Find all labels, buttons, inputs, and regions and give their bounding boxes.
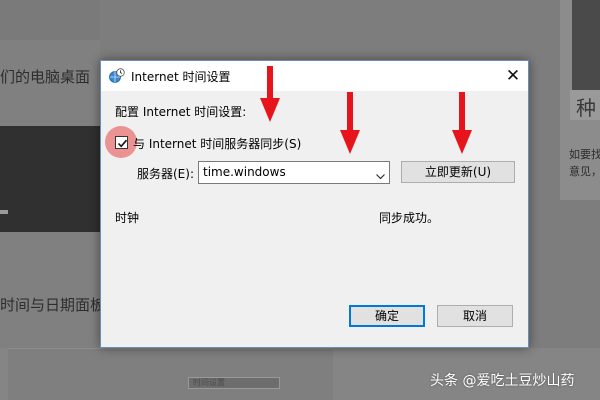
background-image-block [0,126,100,232]
background-text-bottom: 时间与日期面板 [0,296,106,314]
background-bottom-inner: 时间设置 [8,348,333,400]
checkmark-icon [117,139,128,148]
background-tick [0,210,8,214]
red-arrow-icon-1 [260,66,280,122]
server-combobox[interactable]: time.windows [198,161,390,184]
update-now-button[interactable]: 立即更新(U) [401,161,515,183]
background-photo-label: 种 [570,90,600,120]
background-photo [572,0,600,90]
red-arrow-icon-2 [340,92,360,154]
background-left-panel [0,0,100,400]
background-field: 时间设置 [188,377,280,389]
dialog-titlebar[interactable]: Internet 时间设置 ✕ [101,61,528,91]
background-right-text-1: 如要找 [569,148,600,161]
sync-status-text: 同步成功。 [379,211,440,225]
background-text-top: 们的电脑桌面 [0,68,91,86]
sync-checkbox[interactable] [115,136,128,149]
background-strip [0,0,100,40]
cancel-button[interactable]: 取消 [437,305,513,327]
chevron-down-icon[interactable] [375,167,386,186]
watermark: 头条 @爱吃土豆炒山药 [430,373,575,389]
background-photo-char: 种 [576,96,596,120]
background-field-text: 时间设置 [193,378,225,387]
server-label: 服务器(E): [137,167,194,181]
clock-label: 时钟 [115,211,140,225]
ok-button[interactable]: 确定 [349,305,425,327]
globe-clock-icon [109,68,125,84]
sync-checkbox-label[interactable]: 与 Internet 时间服务器同步(S) [133,135,301,152]
background-right-text-2: 意见， [569,165,600,178]
dialog-title: Internet 时间设置 [131,70,231,84]
red-arrow-icon-3 [452,92,472,154]
config-heading: 配置 Internet 时间设置: [115,105,247,119]
close-button[interactable]: ✕ [498,61,528,91]
server-value: time.windows [203,165,286,179]
